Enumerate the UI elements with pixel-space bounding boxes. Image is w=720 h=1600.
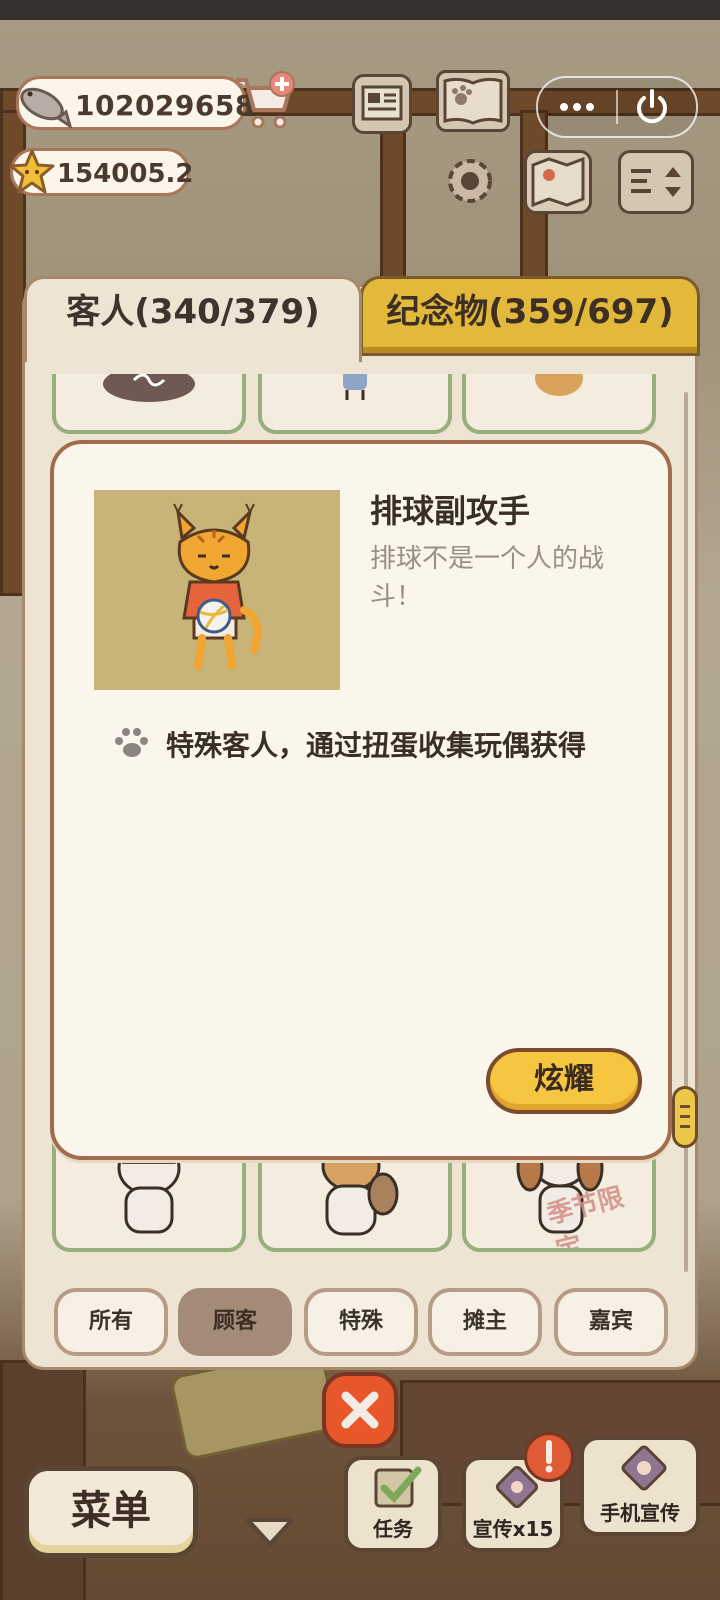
phone-flyer-icon — [621, 1445, 667, 1491]
show-off-button[interactable]: 炫耀 — [486, 1048, 642, 1114]
gear-icon[interactable] — [440, 150, 500, 212]
filter-all[interactable]: 所有 — [54, 1288, 168, 1356]
newspaper-icon — [361, 85, 403, 121]
map-icon — [531, 156, 585, 208]
newspaper-button[interactable] — [352, 74, 412, 134]
promotion-label: 宣传x15 — [472, 1517, 554, 1541]
filter-special[interactable]: 特殊 — [304, 1288, 418, 1356]
lynx-volleyball-cat-image — [173, 503, 262, 670]
task-button[interactable]: 任务 — [344, 1456, 442, 1552]
sort-icon — [631, 167, 681, 197]
filter-guests-of-honor[interactable]: 嘉宾 — [554, 1288, 668, 1356]
star-count: 154005.2 — [57, 159, 194, 189]
tab-souvenirs-label: 纪念物(359/697) — [386, 292, 674, 332]
close-icon — [341, 1391, 379, 1429]
shop-cart-plus-icon[interactable] — [232, 70, 298, 134]
filter-customers[interactable]: 顾客 — [178, 1288, 292, 1356]
capsule-divider — [616, 90, 618, 124]
star-icon — [9, 149, 55, 194]
fish-icon — [20, 87, 73, 128]
mini-program-capsule — [536, 76, 698, 138]
filter-vendors[interactable]: 摊主 — [428, 1288, 542, 1356]
paw-book-icon — [443, 77, 503, 125]
sort-toggle-button[interactable] — [618, 150, 694, 214]
phone-promotion-button[interactable]: 手机宣传 — [580, 1436, 700, 1536]
guest-portrait-frame — [94, 490, 340, 690]
menu-button[interactable]: 菜单 — [24, 1466, 198, 1558]
chevron-down-icon[interactable] — [242, 1514, 298, 1550]
more-dots-icon[interactable] — [552, 92, 602, 122]
guest-description: 排球不是一个人的战斗！ — [370, 544, 605, 612]
catalog-book-button[interactable] — [436, 70, 510, 132]
guest-detail-card: 排球副攻手 排球不是一个人的战斗！ 特殊客人，通过扭蛋收集玩偶获得 炫耀 — [50, 440, 672, 1160]
tab-guests-label: 客人(340/379) — [66, 292, 320, 332]
alert-badge — [524, 1432, 574, 1482]
task-label: 任务 — [373, 1517, 413, 1541]
paw-icon — [115, 728, 148, 757]
close-button[interactable] — [322, 1372, 398, 1448]
phone-promotion-label: 手机宣传 — [600, 1501, 680, 1525]
guest-name: 排球副攻手 — [370, 492, 531, 530]
checklist-icon — [374, 1466, 422, 1508]
exclamation-icon — [545, 1440, 553, 1473]
guest-source-info: 特殊客人，通过扭蛋收集玩偶获得 — [166, 729, 587, 762]
power-icon[interactable] — [632, 88, 672, 126]
tab-souvenirs[interactable]: 纪念物(359/697) — [360, 276, 700, 356]
tab-guests[interactable]: 客人(340/379) — [24, 276, 362, 362]
scrollbar-thumb[interactable] — [672, 1086, 698, 1148]
fish-count: 102029658 — [75, 89, 255, 122]
map-button[interactable] — [524, 150, 592, 214]
